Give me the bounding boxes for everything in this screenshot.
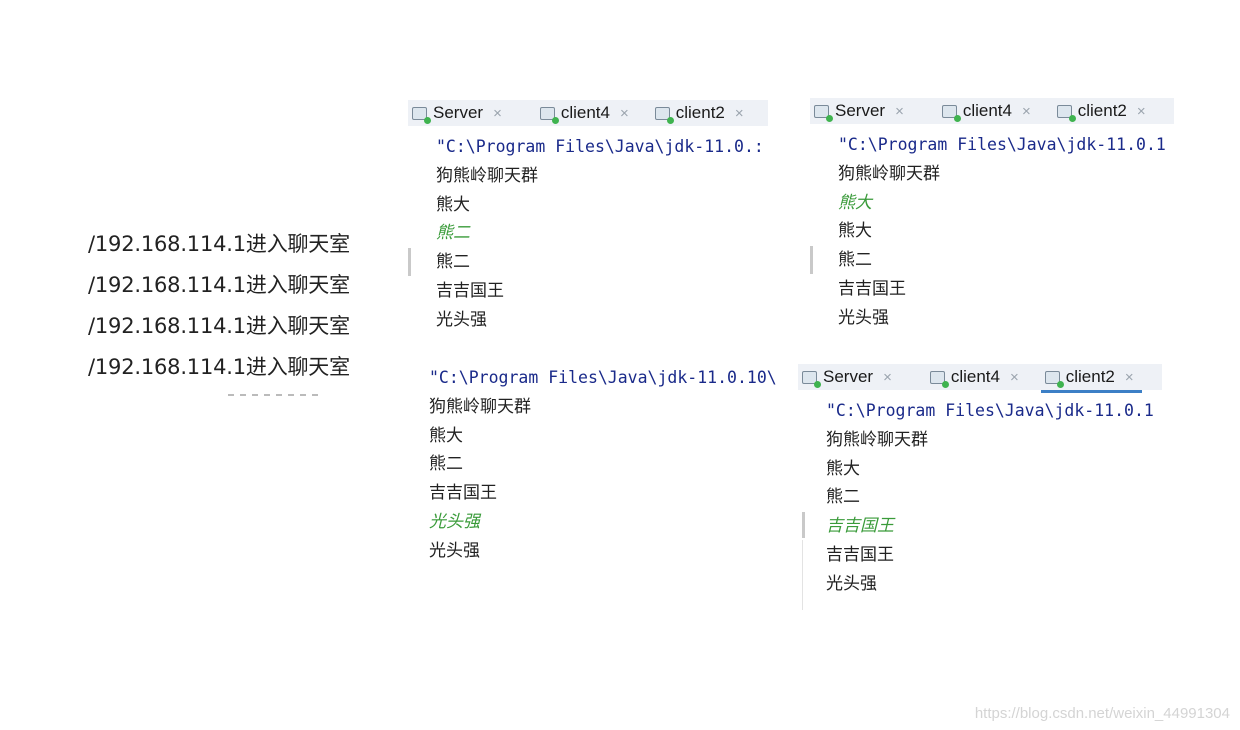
console-line: 熊大: [838, 221, 872, 242]
console-line: 吉吉国王: [826, 544, 894, 565]
console-line: 吉吉国王: [429, 483, 497, 504]
server-log-line: /192.168.114.1进入聊天室: [88, 273, 350, 297]
console-icon: [802, 370, 821, 388]
scrollbar[interactable]: [802, 512, 805, 538]
server-log-line: /192.168.114.1进入聊天室: [88, 314, 350, 338]
close-icon[interactable]: ×: [883, 369, 892, 386]
console-panel-client-d: Server × client4 × client2 × "C:\Program…: [798, 364, 1162, 610]
console-line: 熊二: [436, 252, 470, 273]
tab-client2[interactable]: client2 ×: [651, 100, 752, 126]
console-line: 吉吉国王: [838, 278, 906, 299]
console-icon: [1044, 370, 1064, 388]
close-icon[interactable]: ×: [895, 103, 904, 120]
panel-divider: [802, 540, 803, 610]
clipped-log-line: [228, 392, 328, 398]
run-tab-bar: Server × client4 × client2 ×: [408, 100, 768, 126]
watermark: https://blog.csdn.net/weixin_44991304: [974, 705, 1230, 722]
console-output: "C:\Program Files\Java\jdk-11.0.1 狗熊岭聊天群…: [838, 131, 1166, 333]
user-input-line[interactable]: 熊大: [838, 189, 1166, 218]
java-command-line: "C:\Program Files\Java\jdk-11.0.10\: [429, 368, 777, 387]
close-icon[interactable]: ×: [1137, 103, 1146, 120]
run-tab-bar: Server × client4 × client2 ×: [810, 98, 1174, 124]
console-output: "C:\Program Files\Java\jdk-11.0.10\ 狗熊岭聊…: [429, 364, 777, 566]
console-output: "C:\Program Files\Java\jdk-11.0.: 狗熊岭聊天群…: [436, 133, 764, 335]
user-input-line[interactable]: 光头强: [429, 508, 777, 537]
tab-label: client2: [1077, 101, 1127, 120]
tab-label: client4: [950, 367, 1000, 386]
console-output: "C:\Program Files\Java\jdk-11.0.1 狗熊岭聊天群…: [826, 397, 1154, 599]
tab-client4[interactable]: client4 ×: [938, 98, 1039, 124]
tab-label: client2: [1065, 367, 1115, 386]
console-line: 熊大: [436, 194, 470, 215]
server-log-line: /192.168.114.1进入聊天室: [88, 355, 350, 379]
console-panel-client-c: "C:\Program Files\Java\jdk-11.0.10\ 狗熊岭聊…: [420, 362, 790, 572]
console-line: 狗熊岭聊天群: [436, 165, 538, 186]
close-icon[interactable]: ×: [1010, 369, 1019, 386]
console-icon: [412, 106, 431, 124]
tab-server[interactable]: Server ×: [408, 100, 510, 126]
tab-label: client4: [962, 101, 1012, 120]
close-icon[interactable]: ×: [493, 105, 502, 122]
console-line: 熊二: [826, 487, 860, 508]
tab-label: Server: [433, 103, 484, 122]
console-icon: [941, 104, 961, 122]
console-line: 光头强: [429, 540, 480, 561]
console-panel-client-a: Server × client4 × client2 × "C:\Program…: [408, 100, 768, 335]
console-icon: [539, 106, 559, 124]
console-icon: [654, 106, 674, 124]
user-input-line[interactable]: 吉吉国王: [826, 512, 1154, 541]
console-line: 狗熊岭聊天群: [429, 396, 531, 417]
tab-client2[interactable]: client2 ×: [1053, 98, 1154, 124]
console-line: 熊大: [826, 458, 860, 479]
console-line: 光头强: [436, 309, 487, 330]
tab-client2[interactable]: client2 ×: [1040, 364, 1142, 393]
java-command-line: "C:\Program Files\Java\jdk-11.0.1: [838, 135, 1166, 154]
console-line: 熊大: [429, 425, 463, 446]
tab-client4[interactable]: client4 ×: [926, 364, 1027, 390]
console-line: 狗熊岭聊天群: [826, 429, 928, 450]
server-log-line: /192.168.114.1进入聊天室: [88, 232, 350, 256]
tab-label: Server: [835, 101, 886, 120]
tab-server[interactable]: Server ×: [798, 364, 900, 390]
console-icon: [814, 104, 833, 122]
java-command-line: "C:\Program Files\Java\jdk-11.0.1: [826, 401, 1154, 420]
run-tab-bar: Server × client4 × client2 ×: [798, 364, 1162, 393]
tab-label: Server: [823, 367, 874, 386]
console-panel-client-b: Server × client4 × client2 × "C:\Program…: [810, 98, 1174, 335]
close-icon[interactable]: ×: [1022, 103, 1031, 120]
console-line: 光头强: [826, 573, 877, 594]
console-line: 狗熊岭聊天群: [838, 163, 940, 184]
close-icon[interactable]: ×: [620, 105, 629, 122]
scrollbar[interactable]: [408, 248, 411, 276]
console-icon: [929, 370, 949, 388]
java-command-line: "C:\Program Files\Java\jdk-11.0.:: [436, 137, 764, 156]
server-console-output: /192.168.114.1进入聊天室 /192.168.114.1进入聊天室 …: [88, 228, 350, 392]
console-line: 熊二: [838, 250, 872, 271]
scrollbar[interactable]: [810, 246, 813, 274]
console-icon: [1056, 104, 1076, 122]
tab-client4[interactable]: client4 ×: [536, 100, 637, 126]
tab-label: client4: [560, 103, 610, 122]
console-line: 熊二: [429, 454, 463, 475]
close-icon[interactable]: ×: [1125, 369, 1134, 386]
close-icon[interactable]: ×: [735, 105, 744, 122]
console-line: 光头强: [838, 307, 889, 328]
tab-label: client2: [675, 103, 725, 122]
tab-server[interactable]: Server ×: [810, 98, 912, 124]
console-line: 吉吉国王: [436, 280, 504, 301]
user-input-line[interactable]: 熊二: [436, 219, 764, 248]
